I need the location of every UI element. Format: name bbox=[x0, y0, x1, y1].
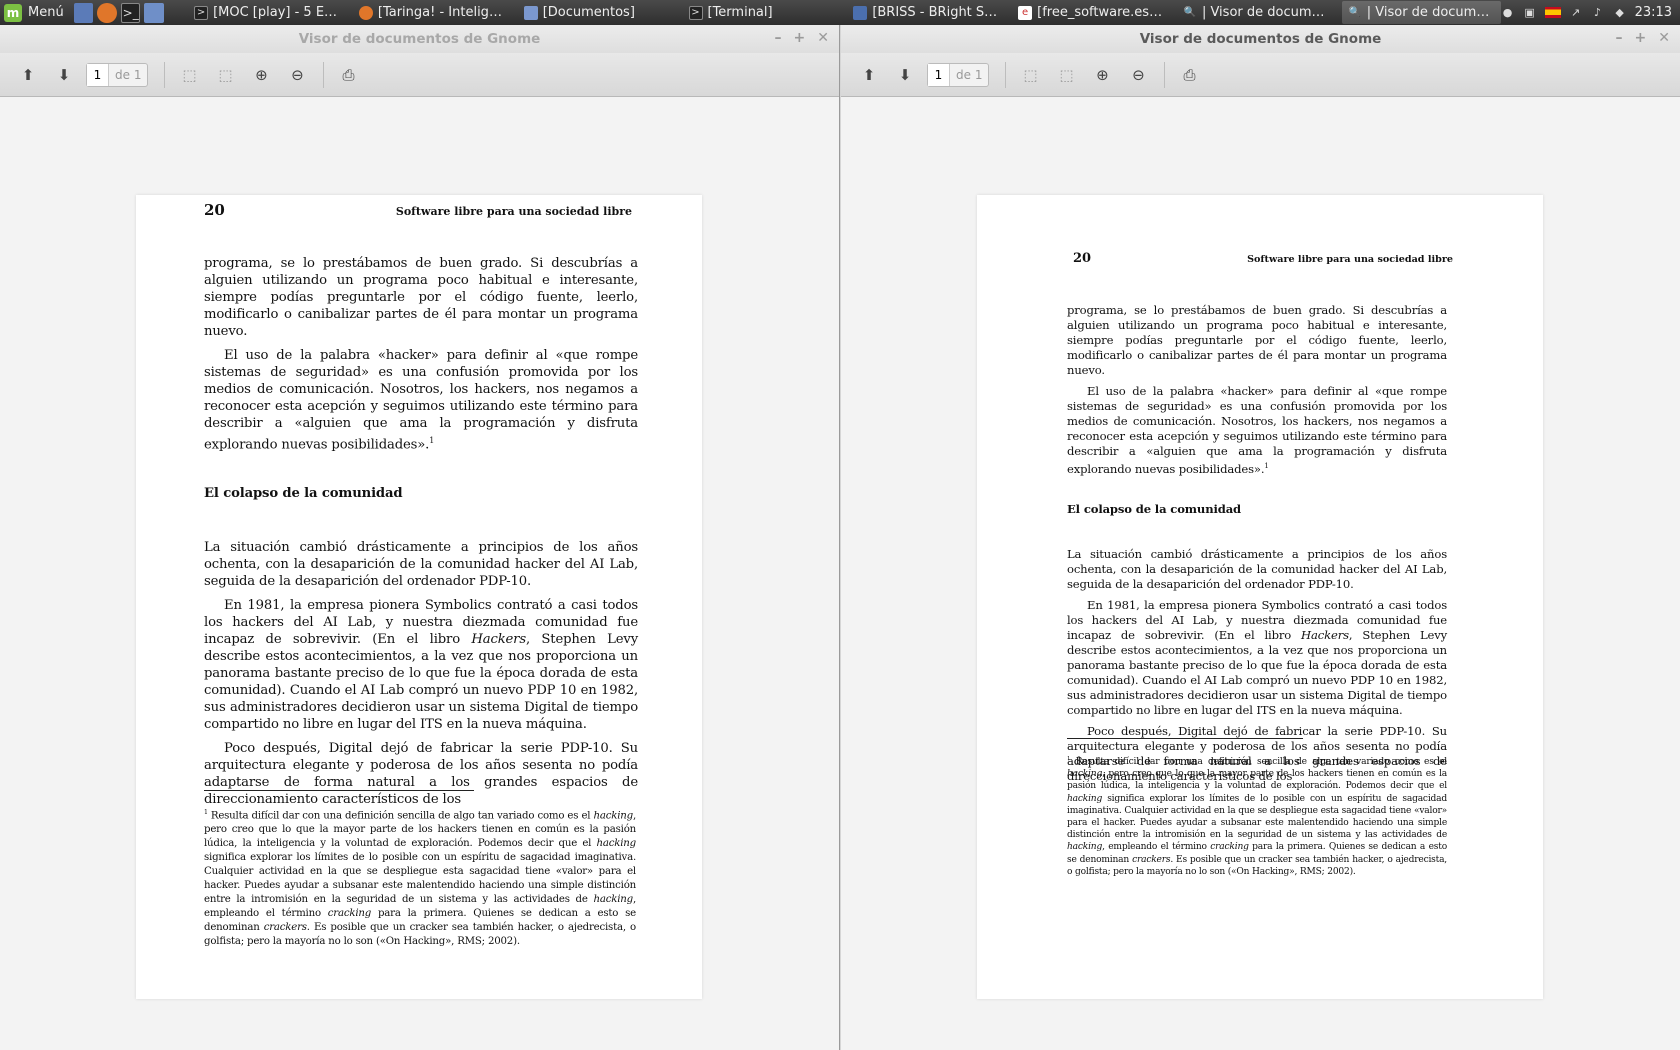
document-viewport[interactable]: 20 Software libre para una sociedad libr… bbox=[0, 97, 839, 1050]
task-moc[interactable]: > [MOC [play] - 5 EGOI... bbox=[188, 1, 347, 24]
footnote: 1 Resulta difícil dar con una definición… bbox=[204, 809, 636, 948]
next-page-icon[interactable]: ⬇ bbox=[891, 61, 919, 89]
page-number-input[interactable] bbox=[928, 63, 950, 86]
firefox-icon bbox=[358, 5, 373, 20]
viewer-toolbar: ⬆ ⬇ de 1 ⬚ ⬚ ⊕ ⊖ ⎙ bbox=[841, 53, 1680, 97]
page-count: de 1 bbox=[956, 67, 983, 82]
zoom-out-icon[interactable]: ⊖ bbox=[1124, 61, 1152, 89]
body-text: programa, se lo prestábamos de buen grad… bbox=[204, 255, 638, 815]
left-document-viewer-window: Visor de documentos de Gnome – + ✕ ⬆ ⬇ d… bbox=[0, 25, 840, 1050]
page-number: 20 bbox=[1073, 251, 1092, 266]
print-icon[interactable]: ⎙ bbox=[1175, 61, 1203, 89]
window-titlebar[interactable]: Visor de documentos de Gnome – + ✕ bbox=[841, 25, 1680, 53]
paragraph: programa, se lo prestábamos de buen grad… bbox=[204, 256, 638, 339]
running-head: Software libre para una sociedad libre bbox=[395, 205, 632, 218]
task-visor-2[interactable]: 🔍 | Visor de documento... bbox=[1341, 1, 1501, 24]
task-taringa[interactable]: [Taringa! - Inteligenci... bbox=[353, 1, 512, 24]
fit-width-icon[interactable]: ⬚ bbox=[1016, 61, 1044, 89]
paragraph: La situación cambió drásticamente a prin… bbox=[204, 540, 638, 590]
paragraph: La situación cambió drásticamente a prin… bbox=[1067, 546, 1447, 591]
page-header: 20 Software libre para una sociedad libr… bbox=[1073, 251, 1453, 266]
volume-icon[interactable]: ♪ bbox=[1591, 6, 1605, 20]
running-head: Software libre para una sociedad libre bbox=[1247, 254, 1453, 265]
page-number: 20 bbox=[204, 201, 225, 219]
terminal-launcher-icon[interactable]: >_ bbox=[120, 2, 141, 23]
maximize-icon[interactable]: + bbox=[1635, 30, 1647, 46]
app-icon bbox=[853, 5, 868, 20]
footnote-rule bbox=[1067, 738, 1303, 739]
pdf-page: 20 Software libre para una sociedad libr… bbox=[977, 195, 1543, 999]
window-titlebar[interactable]: Visor de documentos de Gnome – + ✕ bbox=[0, 25, 839, 53]
task-documentos[interactable]: [Documentos] bbox=[518, 1, 677, 24]
paragraph: Poco después, Digital dejó de fabricar l… bbox=[204, 741, 638, 808]
section-heading: El colapso de la comunidad bbox=[204, 486, 403, 502]
page-count: de 1 bbox=[115, 67, 142, 82]
maximize-icon[interactable]: + bbox=[794, 30, 806, 46]
clock[interactable]: 23:13 bbox=[1635, 5, 1672, 20]
task-free-software-pdf[interactable]: e [free_software.es.pdf... bbox=[1012, 1, 1171, 24]
paragraph: El uso de la palabra «hacker» para defin… bbox=[1067, 384, 1447, 476]
zoom-in-icon[interactable]: ⊕ bbox=[247, 61, 275, 89]
paragraph: En 1981, la empresa pionera Symbolics co… bbox=[204, 598, 638, 733]
footnote-rule bbox=[204, 790, 474, 791]
previous-page-icon[interactable]: ⬆ bbox=[855, 61, 883, 89]
evince-icon: 🔍 bbox=[1348, 7, 1361, 18]
next-page-icon[interactable]: ⬇ bbox=[50, 61, 78, 89]
footnote: 1 Resulta difícil dar con una definición… bbox=[1067, 756, 1448, 877]
firefox-launcher-icon[interactable] bbox=[97, 2, 117, 23]
previous-page-icon[interactable]: ⬆ bbox=[14, 61, 42, 89]
task-visor-1[interactable]: 🔍 | Visor de documento... bbox=[1177, 1, 1336, 24]
window-title: Visor de documentos de Gnome bbox=[1139, 31, 1382, 47]
show-desktop-icon[interactable] bbox=[73, 2, 94, 23]
clipboard-icon[interactable]: ▣ bbox=[1523, 6, 1537, 20]
user-icon[interactable]: ● bbox=[1501, 6, 1515, 20]
print-icon[interactable]: ⎙ bbox=[334, 61, 362, 89]
fit-width-icon[interactable]: ⬚ bbox=[175, 61, 203, 89]
mint-logo-icon: m bbox=[4, 3, 22, 22]
minimize-icon[interactable]: – bbox=[775, 30, 782, 46]
shield-icon[interactable]: ◆ bbox=[1613, 6, 1627, 20]
body-text: programa, se lo prestábamos de buen grad… bbox=[1067, 303, 1447, 790]
terminal-icon: > bbox=[688, 5, 703, 20]
menu-label: Menú bbox=[28, 5, 64, 20]
page-header: 20 Software libre para una sociedad libr… bbox=[204, 201, 632, 219]
fit-page-icon[interactable]: ⬚ bbox=[1052, 61, 1080, 89]
paragraph: En 1981, la empresa pionera Symbolics co… bbox=[1067, 597, 1448, 717]
paragraph: programa, se lo prestábamos de buen grad… bbox=[1067, 303, 1447, 377]
fit-page-icon[interactable]: ⬚ bbox=[211, 61, 239, 89]
minimize-icon[interactable]: – bbox=[1616, 30, 1623, 46]
right-document-viewer-window: Visor de documentos de Gnome – + ✕ ⬆ ⬇ d… bbox=[841, 25, 1680, 1050]
paragraph: El uso de la palabra «hacker» para defin… bbox=[204, 348, 638, 453]
menu-button[interactable]: m Menú bbox=[0, 0, 72, 25]
system-tray: ● ▣ ↗ ♪ ◆ 23:13 bbox=[1501, 5, 1680, 20]
terminal-icon: > bbox=[194, 5, 209, 20]
network-icon[interactable]: ↗ bbox=[1569, 6, 1583, 20]
pdf-page: 20 Software libre para una sociedad libr… bbox=[136, 195, 702, 999]
zoom-out-icon[interactable]: ⊖ bbox=[283, 61, 311, 89]
document-viewport[interactable]: 20 Software libre para una sociedad libr… bbox=[841, 97, 1680, 1050]
close-icon[interactable]: ✕ bbox=[1658, 30, 1670, 46]
pdf-icon: e bbox=[1018, 5, 1033, 20]
keyboard-layout-flag-icon[interactable] bbox=[1544, 7, 1561, 18]
folder-icon bbox=[523, 5, 538, 20]
window-title: Visor de documentos de Gnome bbox=[298, 31, 541, 47]
folder-launcher-icon[interactable] bbox=[144, 2, 165, 23]
evince-icon: 🔍 bbox=[1183, 7, 1197, 18]
zoom-in-icon[interactable]: ⊕ bbox=[1088, 61, 1116, 89]
page-selector: de 1 bbox=[86, 62, 149, 87]
section-heading: El colapso de la comunidad bbox=[1067, 501, 1242, 516]
viewer-toolbar: ⬆ ⬇ de 1 ⬚ ⬚ ⊕ ⊖ ⎙ bbox=[0, 53, 839, 97]
page-number-input[interactable] bbox=[87, 63, 109, 86]
close-icon[interactable]: ✕ bbox=[817, 30, 829, 46]
task-terminal[interactable]: > [Terminal] bbox=[683, 1, 842, 24]
task-briss[interactable]: [BRISS - BRight Snipp... bbox=[847, 1, 1006, 24]
page-selector: de 1 bbox=[927, 62, 990, 87]
top-panel: m Menú >_ > [MOC [play] - 5 EGOI... [Tar… bbox=[0, 0, 1680, 25]
